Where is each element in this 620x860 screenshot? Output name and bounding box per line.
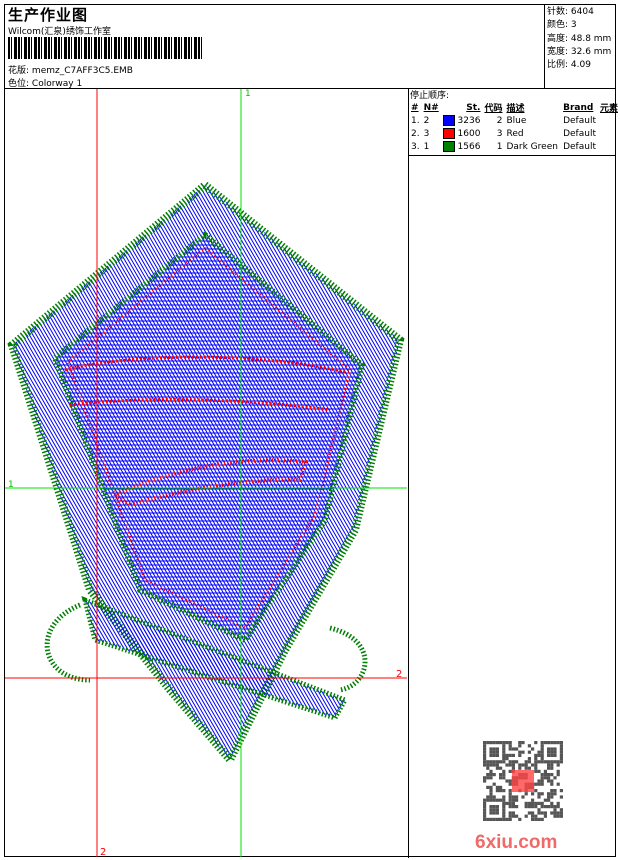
- green-label-top: 1: [245, 89, 251, 99]
- seal-stamp: [512, 770, 534, 792]
- qr-code: [482, 740, 564, 822]
- watermark-text: 6xiu.com: [475, 832, 557, 853]
- red-label-right: 2: [396, 669, 402, 680]
- red-label-bottom: 2: [100, 847, 106, 858]
- green-label-left: 1: [8, 480, 14, 490]
- shield-design: [7, 179, 405, 768]
- embroidery-preview: 1 1 2 2 6xiu.com: [5, 89, 564, 858]
